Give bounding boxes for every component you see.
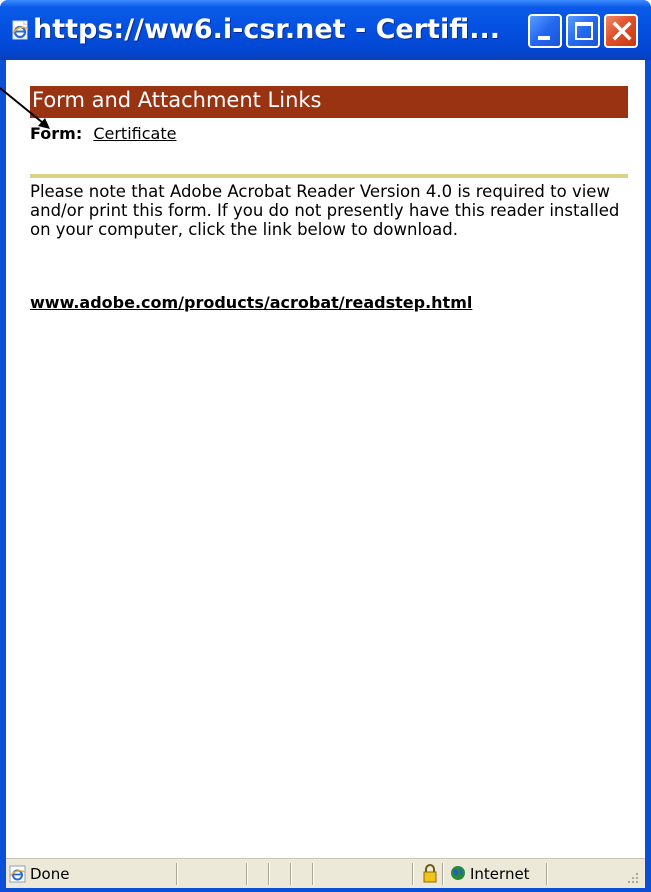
annotation-arrow [0,87,50,129]
minimize-button[interactable] [528,14,562,48]
acrobat-note: Please note that Adobe Acrobat Reader Ve… [30,182,620,239]
status-separator [442,863,444,885]
globe-icon [451,866,465,880]
status-separator [246,863,248,885]
browser-window: https://ww6.i-csr.net - Certifi... Form … [0,0,651,892]
resize-grip-icon[interactable] [624,869,640,885]
section-header: Form and Attachment Links [30,86,628,118]
status-separator [268,863,270,885]
status-separator [290,863,292,885]
title-bar[interactable]: https://ww6.i-csr.net - Certifi... [0,0,651,60]
status-separator [546,863,548,885]
status-text: Done [30,865,70,883]
status-separator [412,863,414,885]
close-icon [612,21,632,41]
divider [30,174,628,178]
security-zone-text: Internet [470,865,530,883]
ie-page-icon [12,20,29,40]
page-content: Form and Attachment Links Form: Certific… [6,60,645,858]
adobe-download-link[interactable]: www.adobe.com/products/acrobat/readstep.… [30,293,472,312]
padlock-icon[interactable] [422,863,438,883]
maximize-button[interactable] [566,14,600,48]
close-button[interactable] [604,14,638,48]
status-bar: Done Internet [6,858,645,888]
certificate-link[interactable]: Certificate [93,124,176,143]
status-separator [312,863,314,885]
minimize-icon [538,36,550,40]
status-separator [176,863,178,885]
maximize-icon [575,22,593,40]
window-title: https://ww6.i-csr.net - Certifi... [33,14,500,45]
ie-page-icon [9,865,26,883]
